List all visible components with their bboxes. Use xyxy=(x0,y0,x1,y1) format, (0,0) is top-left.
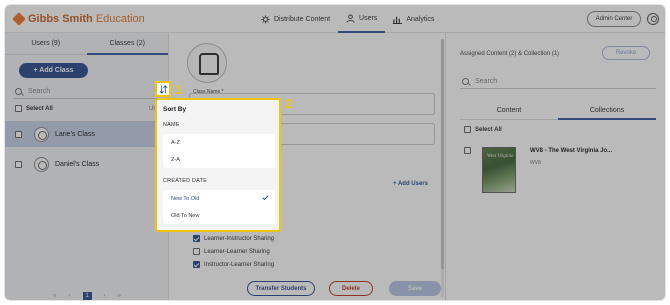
name-sort-options: A-Z Z-A xyxy=(163,134,275,168)
sort-section-name: NAME xyxy=(163,122,180,128)
sort-button[interactable] xyxy=(155,81,171,97)
sort-icon xyxy=(159,84,167,94)
sort-option-new-to-old[interactable]: New To Old xyxy=(163,190,275,207)
modal-backdrop[interactable] xyxy=(5,5,665,300)
callout-number-1: 1 xyxy=(175,82,183,97)
sort-option-z-a[interactable]: Z-A xyxy=(163,151,275,168)
checkmark-icon xyxy=(262,193,269,201)
sort-option-a-z[interactable]: A-Z xyxy=(163,134,275,151)
date-sort-options: New To Old Old To New xyxy=(163,190,275,224)
sort-option-old-to-new[interactable]: Old To New xyxy=(163,207,275,224)
callout-number-2: 2 xyxy=(285,96,293,111)
sort-section-created-date: CREATED DATE xyxy=(163,178,208,184)
sort-by-title: Sort By xyxy=(163,106,187,113)
sort-by-popup: Sort By NAME A-Z Z-A CREATED DATE New To… xyxy=(155,98,281,232)
app-window: Gibbs Smith Education Distribute Content… xyxy=(4,4,666,301)
